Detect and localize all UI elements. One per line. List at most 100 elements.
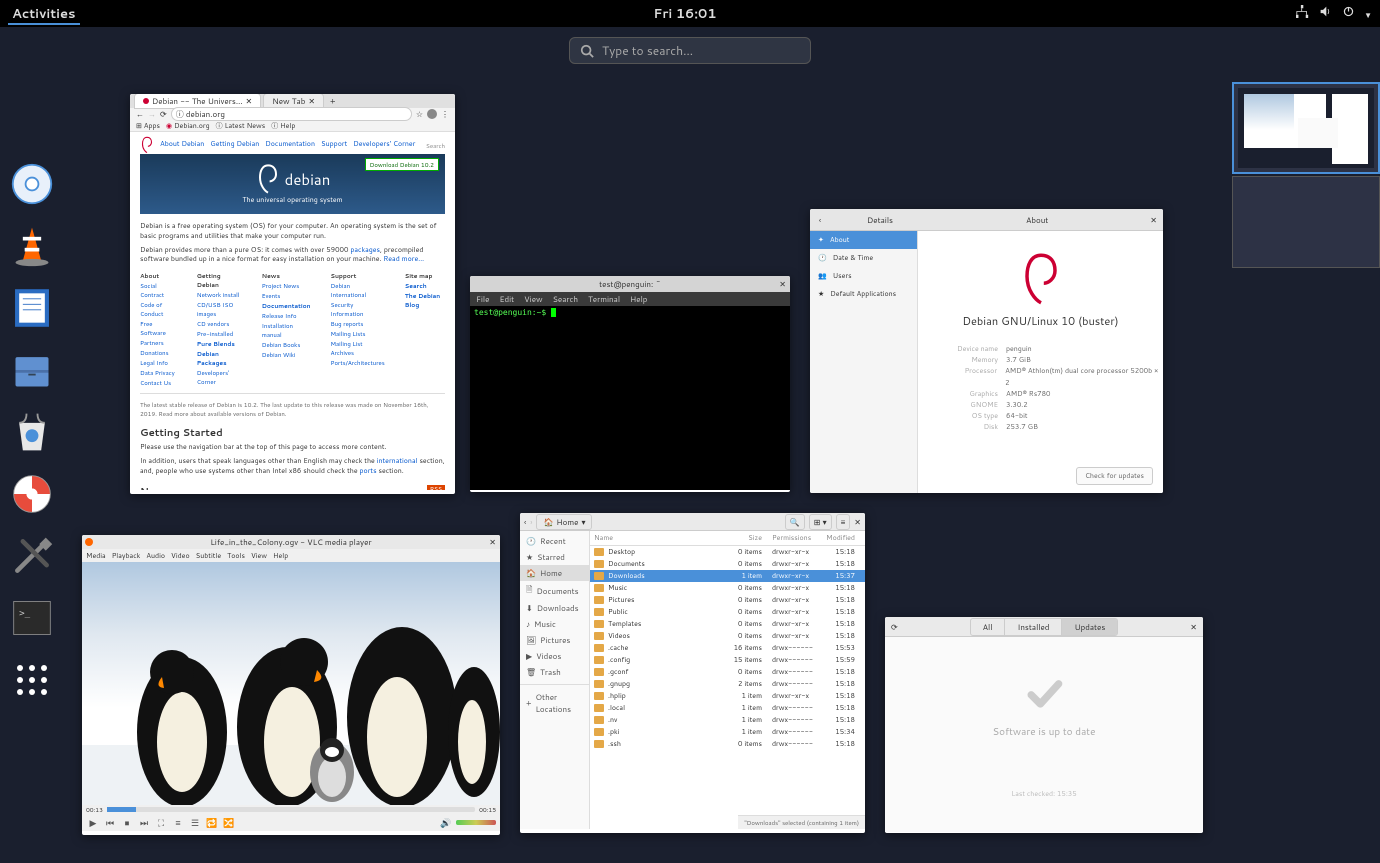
bookmark-news[interactable]: ⓘ Latest News bbox=[216, 121, 266, 131]
dock-writer-icon[interactable] bbox=[8, 284, 56, 332]
volume-icon[interactable] bbox=[1319, 5, 1336, 23]
dock-terminal-icon[interactable]: >_ bbox=[8, 594, 56, 642]
file-row[interactable]: .config15 itemsdrwx------15:59 bbox=[590, 654, 865, 666]
file-row[interactable]: .gnupg2 itemsdrwx------15:18 bbox=[590, 678, 865, 690]
menu-search[interactable]: Search bbox=[553, 293, 579, 305]
terminal-body[interactable]: test@penguin:~$ bbox=[470, 306, 790, 490]
close-icon[interactable]: ✕ bbox=[1144, 214, 1163, 226]
window-browser[interactable]: Debian -- The Univers…✕ New Tab✕ + ← → ⟳… bbox=[130, 94, 455, 494]
side-home[interactable]: 🏠 Home bbox=[520, 565, 589, 581]
workspace-1[interactable] bbox=[1232, 82, 1380, 174]
menu-media[interactable]: Media bbox=[86, 551, 106, 561]
nav-support[interactable]: Support bbox=[321, 139, 347, 149]
close-icon[interactable]: ✕ bbox=[854, 516, 861, 528]
dock-software-icon[interactable] bbox=[8, 408, 56, 456]
side-dl[interactable]: ⬇ Downloads bbox=[520, 600, 589, 616]
shuffle-button[interactable]: 🔀 bbox=[222, 815, 236, 829]
menu-view[interactable]: View bbox=[251, 551, 267, 561]
file-row[interactable]: .hplip1 itemdrwxr-xr-x15:18 bbox=[590, 690, 865, 702]
terminal-titlebar[interactable]: test@penguin: ~ ✕ bbox=[470, 276, 790, 292]
window-terminal[interactable]: test@penguin: ~ ✕ File Edit View Search … bbox=[470, 276, 790, 492]
rss-badge[interactable]: RSS bbox=[427, 485, 445, 490]
sidebar-item-about[interactable]: ✦About bbox=[810, 231, 917, 249]
volume-slider[interactable] bbox=[456, 820, 496, 825]
close-icon[interactable]: ✕ bbox=[1190, 621, 1197, 633]
view-list-icon[interactable]: ⊞ ▾ bbox=[809, 514, 832, 530]
menu-playback[interactable]: Playback bbox=[112, 551, 141, 561]
nav-fwd-icon[interactable]: › bbox=[530, 516, 532, 528]
menu-tools[interactable]: Tools bbox=[227, 551, 245, 561]
activities-button[interactable]: Activities bbox=[8, 2, 80, 25]
file-row[interactable]: Pictures0 itemsdrwxr-xr-x15:18 bbox=[590, 594, 865, 606]
menu-help[interactable]: Help bbox=[273, 551, 288, 561]
volume-icon[interactable]: 🔊 bbox=[439, 815, 453, 829]
side-starred[interactable]: ★ Starred bbox=[520, 549, 589, 565]
nav-docs[interactable]: Documentation bbox=[265, 139, 315, 149]
sidebar-item-users[interactable]: 👥Users bbox=[810, 267, 917, 285]
file-row[interactable]: Templates0 itemsdrwxr-xr-x15:18 bbox=[590, 618, 865, 630]
vlc-titlebar[interactable]: Life_in_the_Colony.ogv - VLC media playe… bbox=[82, 535, 500, 549]
starred-icon[interactable]: ☆ bbox=[416, 108, 423, 120]
file-row[interactable]: .local1 itemdrwx------15:18 bbox=[590, 702, 865, 714]
tab-installed[interactable]: Installed bbox=[1005, 619, 1062, 635]
power-icon[interactable] bbox=[1342, 5, 1359, 23]
sidebar-item-datetime[interactable]: 🕐Date & Time bbox=[810, 249, 917, 267]
fullscreen-button[interactable]: ⛶ bbox=[154, 815, 168, 829]
side-music[interactable]: ♪ Music bbox=[520, 616, 589, 632]
window-settings-about[interactable]: ‹ Details About ✕ ✦About 🕐Date & Time 👥U… bbox=[810, 209, 1163, 493]
dock-chromium-icon[interactable] bbox=[8, 160, 56, 208]
file-row[interactable]: Downloads1 itemdrwxr-xr-x15:37 bbox=[590, 570, 865, 582]
menu-help[interactable]: Help bbox=[630, 293, 647, 305]
reload-icon[interactable]: ⟳ bbox=[160, 108, 167, 120]
nav-dev[interactable]: Developers' Corner bbox=[353, 139, 415, 149]
back-button[interactable]: ‹ bbox=[810, 214, 830, 226]
file-row[interactable]: Desktop0 itemsdrwxr-xr-x15:18 bbox=[590, 546, 865, 558]
vlc-video-area[interactable] bbox=[82, 562, 500, 805]
dock-vlc-icon[interactable] bbox=[8, 222, 56, 270]
vlc-progress-bar[interactable]: 00:13 00:15 bbox=[82, 805, 500, 813]
nav-back-icon[interactable]: ← bbox=[136, 108, 144, 120]
new-tab-button[interactable]: + bbox=[326, 95, 339, 107]
menu-file[interactable]: File bbox=[476, 293, 489, 305]
bookmark-help[interactable]: ⓘ Help bbox=[271, 121, 295, 131]
next-button[interactable]: ⏭ bbox=[137, 815, 151, 829]
nav-about[interactable]: About Debian bbox=[160, 139, 204, 149]
prev-button[interactable]: ⏮ bbox=[103, 815, 117, 829]
file-row[interactable]: Videos0 itemsdrwxr-xr-x15:18 bbox=[590, 630, 865, 642]
profile-icon[interactable] bbox=[427, 109, 437, 119]
menu-view[interactable]: View bbox=[524, 293, 542, 305]
side-other[interactable]: + Other Locations bbox=[520, 689, 589, 717]
dropdown-caret-icon[interactable]: ▼ bbox=[1364, 9, 1372, 21]
side-docs[interactable]: 🗎 Documents bbox=[520, 581, 589, 600]
download-button[interactable]: Download Debian 10.2 bbox=[365, 158, 439, 171]
refresh-icon[interactable]: ⟳ bbox=[891, 621, 898, 633]
menu-edit[interactable]: Edit bbox=[499, 293, 514, 305]
dock-help-icon[interactable] bbox=[8, 470, 56, 518]
workspace-2[interactable] bbox=[1232, 176, 1380, 268]
tab-updates[interactable]: Updates bbox=[1062, 619, 1117, 635]
system-tray[interactable]: ▼ bbox=[1290, 5, 1372, 23]
close-icon[interactable]: ✕ bbox=[489, 536, 496, 548]
nav-get[interactable]: Getting Debian bbox=[210, 139, 259, 149]
dock-settings-icon[interactable] bbox=[8, 532, 56, 580]
bookmark-apps[interactable]: ⊞ Apps bbox=[136, 121, 160, 131]
close-icon[interactable]: ✕ bbox=[779, 278, 786, 290]
panel-clock[interactable]: Fri 16:01 bbox=[653, 5, 716, 23]
file-row[interactable]: .ssh0 itemsdrwx------15:18 bbox=[590, 738, 865, 750]
file-row[interactable]: .gconf0 itemsdrwx------15:18 bbox=[590, 666, 865, 678]
menu-video[interactable]: Video bbox=[171, 551, 190, 561]
window-vlc[interactable]: Life_in_the_Colony.ogv - VLC media playe… bbox=[82, 535, 500, 835]
menu-terminal[interactable]: Terminal bbox=[588, 293, 620, 305]
sidebar-item-defaults[interactable]: ★Default Applications bbox=[810, 285, 917, 303]
dock-appgrid-icon[interactable] bbox=[8, 656, 56, 704]
window-files[interactable]: ‹ › 🏠 Home ▾ 🔍 ⊞ ▾ ≡ ✕ 🕐 Recent ★ Starre… bbox=[520, 513, 865, 833]
address-bar[interactable]: ⓘ debian.org bbox=[171, 107, 412, 121]
extended-button[interactable]: ≡ bbox=[171, 815, 185, 829]
file-row[interactable]: .pki1 itemdrwx------15:34 bbox=[590, 726, 865, 738]
nav-back-icon[interactable]: ‹ bbox=[524, 516, 526, 528]
nav-fwd-icon[interactable]: → bbox=[148, 108, 156, 120]
breadcrumb[interactable]: 🏠 Home ▾ bbox=[536, 514, 592, 530]
file-row[interactable]: Public0 itemsdrwxr-xr-x15:18 bbox=[590, 606, 865, 618]
play-button[interactable]: ▶ bbox=[86, 815, 100, 829]
check-updates-button[interactable]: Check for updates bbox=[1076, 467, 1153, 485]
